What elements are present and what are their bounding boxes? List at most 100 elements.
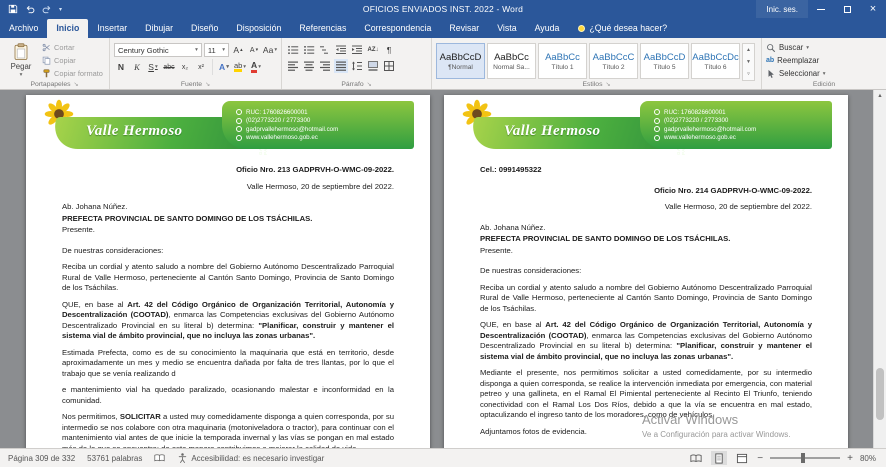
addressee-present[interactable]: Presente. [62,225,394,236]
multilevel-list-button[interactable] [318,43,332,57]
align-left-button[interactable] [286,59,300,73]
tab-referencias[interactable]: Referencias [290,19,355,38]
customize-qat-button[interactable]: ▾ [59,6,62,13]
replace-button[interactable]: ab Reemplazar [766,54,882,67]
cut-button[interactable]: Cortar [42,41,103,53]
tab-inicio[interactable]: Inicio [47,19,88,38]
tab-dibujar[interactable]: Dibujar [136,19,182,38]
increase-indent-button[interactable] [350,43,364,57]
change-case-button[interactable]: Aa▾ [263,43,277,57]
minimize-button[interactable] [808,0,834,18]
justify-button[interactable] [334,59,348,73]
line-spacing-button[interactable] [350,59,364,73]
shading-button[interactable] [366,59,380,73]
paragraph-legal-basis[interactable]: QUE, en base al Art. 42 del Código Orgán… [62,300,394,342]
style-titulo-2[interactable]: AaBbCcCTítulo 2 [589,43,638,79]
word-count[interactable]: 53761 palabras [87,454,142,463]
bullets-button[interactable] [286,43,300,57]
align-right-button[interactable] [318,59,332,73]
restore-button[interactable] [834,0,860,18]
zoom-slider-thumb[interactable] [801,453,805,463]
styles-scroll-down-button[interactable]: ▼ [743,56,754,68]
format-painter-button[interactable]: Copiar formato [42,67,103,79]
styles-scroll-up-button[interactable]: ▲ [743,44,754,56]
document-page-2[interactable]: Valle Hermoso GAD PARROQUIAL RUC: 176082… [444,95,848,448]
font-size-select[interactable]: 11▾ [204,43,229,57]
paragraph-greeting[interactable]: Reciba un cordial y atento saludo a nomb… [480,283,812,315]
web-layout-button[interactable] [734,451,750,465]
signature-phone[interactable]: Cel.: 0991495322 [480,165,812,176]
addressee-title[interactable]: PREFECTA PROVINCIAL DE SANTO DOMINGO DE … [62,214,394,225]
zoom-level[interactable]: 80% [860,454,876,463]
decrease-indent-button[interactable] [334,43,348,57]
tab-correspondencia[interactable]: Correspondencia [355,19,440,38]
paragraph-machinery[interactable]: Estimada Prefecta, como es de su conocim… [62,348,394,380]
paragraph-attachments[interactable]: Adjuntamos fotos de evidencia. [480,427,812,438]
close-button[interactable]: × [860,0,886,18]
addressee-name[interactable]: Ab. Johana Núñez. [62,202,394,213]
strikethrough-button[interactable]: abc [162,60,176,74]
select-button[interactable]: Seleccionar ▾ [766,67,882,80]
proofing-status[interactable] [154,453,165,463]
tab-disposicion[interactable]: Disposición [227,19,290,38]
highlight-button[interactable]: ab▾ [233,60,247,74]
document-page-1[interactable]: Valle Hermoso GAD PARROQUIAL RUC: 176082… [26,95,430,448]
oficio-date[interactable]: Valle Hermoso, 20 de septiembre del 2022… [480,202,812,213]
paragraph-legal-basis[interactable]: QUE, en base al Art. 42 del Código Orgán… [480,320,812,362]
numbering-button[interactable] [302,43,316,57]
tab-ayuda[interactable]: Ayuda [526,19,569,38]
style-titulo-6[interactable]: AaBbCcDcTítulo 6 [691,43,740,79]
italic-button[interactable]: K [130,60,144,74]
page-count[interactable]: Página 309 de 332 [8,454,75,463]
tab-vista[interactable]: Vista [488,19,525,38]
style-normal[interactable]: AaBbCcD¶Normal [436,43,485,79]
tab-diseno[interactable]: Diseño [182,19,227,38]
align-center-button[interactable] [302,59,316,73]
superscript-button[interactable]: x² [194,60,208,74]
scrollbar-thumb[interactable] [876,368,884,420]
addressee-present[interactable]: Presente. [480,246,812,257]
copy-button[interactable]: Copiar [42,54,103,66]
paragraph-greeting[interactable]: Reciba un cordial y atento saludo a nomb… [62,262,394,294]
zoom-in-button[interactable]: + [847,453,853,464]
save-button[interactable] [8,4,18,14]
read-mode-button[interactable] [688,451,704,465]
letterhead[interactable]: Valle Hermoso GAD PARROQUIAL RUC: 176082… [62,103,394,155]
oficio-number[interactable]: Oficio Nro. 214 GADPRVH-O-WMC-09-2022. [480,186,812,197]
underline-button[interactable]: S▾ [146,60,160,74]
borders-button[interactable] [382,59,396,73]
font-family-select[interactable]: Century Gothic▾ [114,43,202,57]
paragraph-request[interactable]: Nos permitimos, SOLICITAR a usted muy co… [62,412,394,448]
accessibility-status[interactable]: Accesibilidad: es necesario investigar [177,453,324,463]
paragraph-maintenance[interactable]: e mantenimiento vial ha quedado paraliza… [62,385,394,406]
paragraph-road-request[interactable]: Mediante el presente, nos permitimos sol… [480,368,812,421]
sort-button[interactable]: AZ↓ [366,43,380,57]
tab-revisar[interactable]: Revisar [440,19,488,38]
oficio-date[interactable]: Valle Hermoso, 20 de septiembre del 2022… [62,182,394,193]
print-layout-button[interactable] [711,451,727,465]
find-button[interactable]: Buscar ▾ [766,41,882,54]
redo-button[interactable] [42,4,52,14]
vertical-scrollbar[interactable]: ▲ [873,90,886,448]
salutation[interactable]: De nuestras consideraciones: [480,266,812,277]
paste-button[interactable]: Pegar ▾ [4,41,38,79]
bold-button[interactable]: N [114,60,128,74]
oficio-number[interactable]: Oficio Nro. 213 GADPRVH-O-WMC-09-2022. [62,165,394,176]
shrink-font-button[interactable]: A▾ [247,43,261,57]
zoom-slider[interactable] [770,457,840,459]
paragraph-dialog-launcher[interactable]: ↘ [367,81,372,88]
salutation[interactable]: De nuestras consideraciones: [62,246,394,257]
undo-button[interactable] [25,4,35,14]
grow-font-button[interactable]: A▴ [231,43,245,57]
sign-in-button[interactable]: Inic. ses. [756,0,808,18]
tab-archivo[interactable]: Archivo [0,19,47,38]
styles-gallery-more-button[interactable]: ▿ [743,68,754,80]
addressee-name[interactable]: Ab. Johana Núñez. [480,223,812,234]
style-titulo-5[interactable]: AaBbCcDTítulo 5 [640,43,689,79]
subscript-button[interactable]: x₂ [178,60,192,74]
tab-insertar[interactable]: Insertar [88,19,136,38]
clipboard-dialog-launcher[interactable]: ↘ [74,81,79,88]
show-marks-button[interactable]: ¶ [382,43,396,57]
font-dialog-launcher[interactable]: ↘ [205,81,210,88]
tell-me-search[interactable]: ¿Qué desea hacer? [568,19,677,38]
